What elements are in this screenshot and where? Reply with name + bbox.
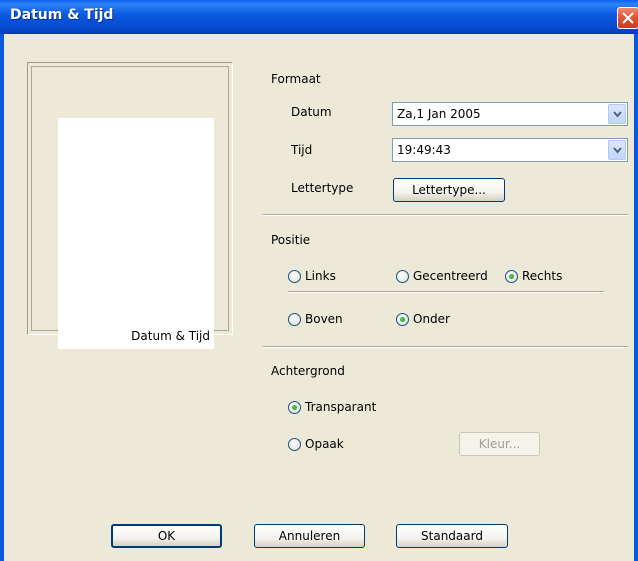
time-format-value: 19:49:43 — [397, 143, 451, 157]
date-dropdown-button[interactable] — [608, 104, 626, 124]
separator — [263, 214, 628, 216]
radio-left-label: Links — [305, 269, 336, 283]
close-icon — [622, 12, 634, 24]
radio-bottom[interactable]: Onder — [396, 312, 450, 326]
radio-centered-label: Gecentreerd — [413, 269, 488, 283]
ok-button[interactable]: OK — [111, 524, 222, 548]
window-title: Datum & Tijd — [10, 7, 114, 23]
time-format-select[interactable]: 19:49:43 — [392, 138, 628, 162]
radio-right[interactable]: Rechts — [505, 269, 562, 283]
radio-transparent[interactable]: Transparant — [288, 400, 376, 414]
separator — [288, 291, 604, 293]
cancel-button[interactable]: Annuleren — [254, 524, 365, 548]
background-heading: Achtergrond — [271, 364, 345, 378]
preview-panel: Datum & Tijd — [27, 62, 233, 349]
radio-button — [288, 312, 301, 326]
format-heading: Formaat — [271, 72, 321, 86]
chevron-down-icon — [613, 111, 622, 118]
close-button[interactable] — [617, 7, 638, 29]
color-button[interactable]: Kleur... — [459, 432, 540, 456]
font-button[interactable]: Lettertype... — [393, 178, 505, 202]
radio-left[interactable]: Links — [288, 269, 336, 283]
radio-top[interactable]: Boven — [288, 312, 343, 326]
chevron-down-icon — [613, 147, 622, 154]
radio-centered[interactable]: Gecentreerd — [396, 269, 488, 283]
preview-stamp-text: Datum & Tijd — [131, 329, 210, 343]
radio-bottom-label: Onder — [413, 312, 450, 326]
radio-button — [288, 437, 301, 451]
position-heading: Positie — [271, 233, 311, 247]
radio-opaque-label: Opaak — [305, 437, 344, 451]
radio-button-selected — [505, 269, 518, 283]
dialog-body: Datum & Tijd Formaat Datum Za,1 Jan 2005… — [4, 34, 634, 561]
date-label: Datum — [291, 105, 332, 119]
radio-top-label: Boven — [305, 312, 343, 326]
radio-opaque[interactable]: Opaak — [288, 437, 344, 451]
radio-button-selected — [288, 400, 301, 414]
radio-button-selected — [396, 312, 409, 326]
radio-transparent-label: Transparant — [305, 400, 377, 414]
date-format-value: Za,1 Jan 2005 — [397, 107, 481, 121]
default-button[interactable]: Standaard — [396, 524, 508, 548]
preview-page: Datum & Tijd — [58, 118, 214, 349]
date-format-select[interactable]: Za,1 Jan 2005 — [392, 102, 628, 126]
time-dropdown-button[interactable] — [608, 140, 626, 160]
font-label: Lettertype — [291, 181, 354, 195]
time-label: Tijd — [291, 143, 313, 157]
title-bar[interactable]: Datum & Tijd — [0, 0, 638, 34]
radio-button — [288, 269, 301, 283]
radio-button — [396, 269, 409, 283]
dialog-window: Datum & Tijd Datum & Tijd Formaat Datum … — [0, 0, 638, 561]
radio-right-label: Rechts — [522, 269, 563, 283]
separator — [263, 346, 628, 348]
